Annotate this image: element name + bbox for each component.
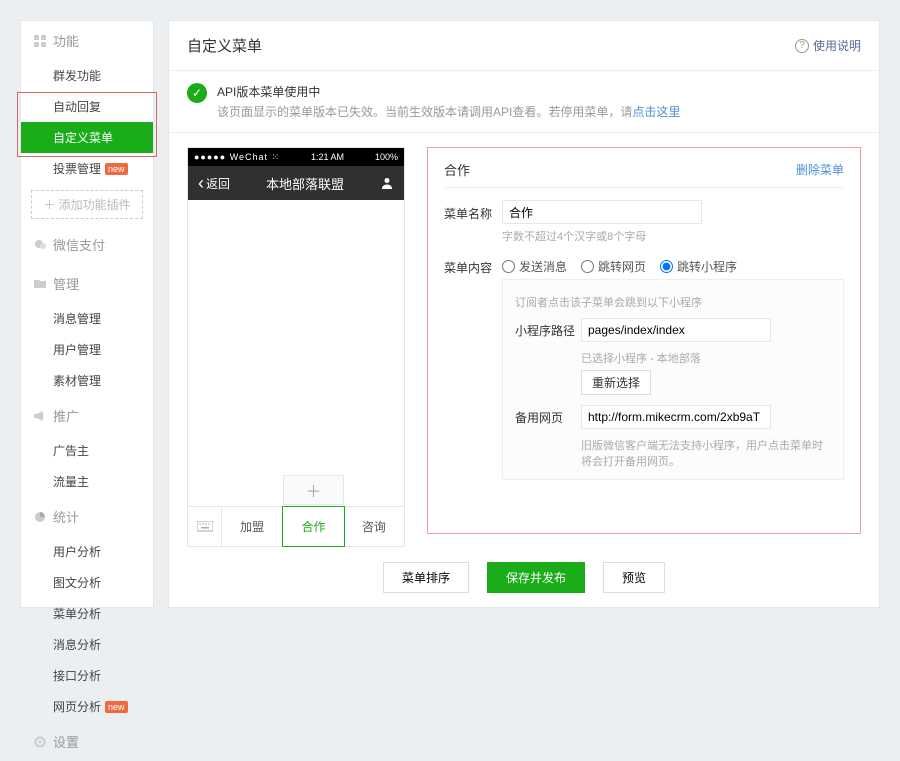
sidebar-item-broadcast[interactable]: 群发功能 — [21, 60, 153, 91]
add-plugin-button[interactable]: ＋ 添加功能插件 — [31, 190, 143, 219]
save-publish-button[interactable]: 保存并发布 — [487, 562, 585, 593]
footer-actions: 菜单排序 保存并发布 预览 — [169, 548, 879, 607]
help-link[interactable]: ?使用说明 — [795, 37, 861, 54]
sidebar-group-label: 功能 — [53, 31, 79, 50]
content-label: 菜单内容 — [444, 254, 502, 276]
name-label: 菜单名称 — [444, 200, 502, 222]
pie-icon — [33, 510, 47, 524]
sidebar-item-users[interactable]: 用户管理 — [21, 334, 153, 365]
keyboard-icon[interactable] — [188, 507, 222, 546]
sidebar-group-promo: 推广 — [21, 396, 153, 435]
mini-selected-text: 已选择小程序 - 本地部落 — [581, 350, 831, 366]
menu-edit-panel: 合作 删除菜单 菜单名称 字数不超过4个汉字或8个字母 菜单内容 发送消息 — [427, 147, 861, 534]
preview-button[interactable]: 预览 — [603, 562, 665, 593]
phone-nav-bar: 返回 本地部落联盟 — [188, 166, 404, 200]
sidebar-group-manage: 管理 — [21, 264, 153, 303]
sidebar-group-label: 微信支付 — [53, 235, 105, 254]
sidebar-group-stats: 统计 — [21, 497, 153, 536]
notice-banner: ✓ API版本菜单使用中 该页面显示的菜单版本已失效。当前生效版本请调用API查… — [169, 71, 879, 133]
sidebar-group-features: 功能 — [21, 21, 153, 60]
check-icon: ✓ — [187, 83, 207, 103]
name-hint: 字数不超过4个汉字或8个字母 — [502, 228, 844, 244]
miniprogram-config: 订阅者点击该子菜单会跳到以下小程序 小程序路径 已选择小程序 - 本地部落 重新… — [502, 279, 844, 480]
folder-icon — [33, 277, 47, 291]
grid-icon — [33, 34, 47, 48]
reselect-mini-button[interactable]: 重新选择 — [581, 370, 651, 395]
sidebar-item-autoreply[interactable]: 自动回复 — [21, 91, 153, 122]
new-badge: new — [105, 163, 128, 175]
sidebar-group-label: 推广 — [53, 406, 79, 425]
sidebar-group-label: 管理 — [53, 274, 79, 293]
sidebar-group-settings[interactable]: 设置 — [21, 722, 153, 761]
sidebar-item-traffic[interactable]: 流量主 — [21, 466, 153, 497]
sidebar-item-article-analysis[interactable]: 图文分析 — [21, 567, 153, 598]
radio-send-msg[interactable]: 发送消息 — [502, 258, 567, 275]
sidebar-item-user-analysis[interactable]: 用户分析 — [21, 536, 153, 567]
sidebar-item-messages[interactable]: 消息管理 — [21, 303, 153, 334]
sidebar-group-pay[interactable]: 微信支付 — [21, 225, 153, 264]
sidebar-item-api-analysis[interactable]: 接口分析 — [21, 660, 153, 691]
radio-jump-mini[interactable]: 跳转小程序 — [660, 258, 737, 275]
radio-jump-web[interactable]: 跳转网页 — [581, 258, 646, 275]
phone-tab-0[interactable]: 加盟 — [222, 507, 283, 546]
phone-tab-1[interactable]: ＋ 合作 — [282, 506, 344, 547]
sidebar-group-label: 设置 — [53, 732, 79, 751]
mini-intro: 订阅者点击该子菜单会跳到以下小程序 — [515, 294, 831, 310]
mini-path-label: 小程序路径 — [515, 322, 581, 339]
phone-status-bar: ●●●●● WeChat ⁙ 1:21 AM 100% — [188, 148, 404, 166]
sidebar: 功能 群发功能 自动回复 自定义菜单 投票管理new ＋ 添加功能插件 微信支付 — [20, 20, 154, 608]
sidebar-item-menu-analysis[interactable]: 菜单分析 — [21, 598, 153, 629]
sidebar-group-label: 统计 — [53, 507, 79, 526]
notice-title: API版本菜单使用中 — [217, 83, 680, 100]
phone-body — [188, 200, 404, 506]
phone-title: 本地部落联盟 — [266, 174, 344, 193]
phone-back[interactable]: 返回 — [198, 173, 230, 194]
help-icon: ? — [795, 39, 809, 53]
fallback-url-input[interactable] — [581, 405, 771, 429]
wechat-icon — [33, 238, 47, 252]
page-title: 自定义菜单 — [187, 35, 262, 56]
menu-name-input[interactable] — [502, 200, 702, 224]
new-badge: new — [105, 701, 128, 713]
user-icon[interactable] — [380, 176, 394, 190]
fallback-label: 备用网页 — [515, 409, 581, 426]
sidebar-item-advertiser[interactable]: 广告主 — [21, 435, 153, 466]
sidebar-item-web-analysis[interactable]: 网页分析new — [21, 691, 153, 722]
sidebar-item-custom-menu[interactable]: 自定义菜单 — [21, 122, 153, 153]
panel-title: 合作 — [444, 160, 470, 179]
delete-menu-link[interactable]: 删除菜单 — [796, 161, 844, 178]
sort-button[interactable]: 菜单排序 — [383, 562, 469, 593]
megaphone-icon — [33, 409, 47, 423]
sidebar-item-assets[interactable]: 素材管理 — [21, 365, 153, 396]
fallback-hint: 旧版微信客户端无法支持小程序，用户点击菜单时将会打开备用网页。 — [581, 437, 831, 469]
main: 自定义菜单 ?使用说明 ✓ API版本菜单使用中 该页面显示的菜单版本已失效。当… — [168, 20, 880, 608]
notice-link[interactable]: 点击这里 — [632, 105, 680, 119]
phone-menu-bar: 加盟 ＋ 合作 咨询 — [188, 506, 404, 546]
notice-subtitle: 该页面显示的菜单版本已失效。当前生效版本请调用API查看。若停用菜单，请点击这里 — [217, 103, 680, 120]
sidebar-item-vote[interactable]: 投票管理new — [21, 153, 153, 184]
mini-path-input[interactable] — [581, 318, 771, 342]
phone-preview: ●●●●● WeChat ⁙ 1:21 AM 100% 返回 本地部落联盟 加盟… — [187, 147, 405, 547]
gear-icon — [33, 735, 47, 749]
add-submenu-button[interactable]: ＋ — [283, 475, 343, 505]
phone-tab-2[interactable]: 咨询 — [344, 507, 404, 546]
sidebar-item-msg-analysis[interactable]: 消息分析 — [21, 629, 153, 660]
